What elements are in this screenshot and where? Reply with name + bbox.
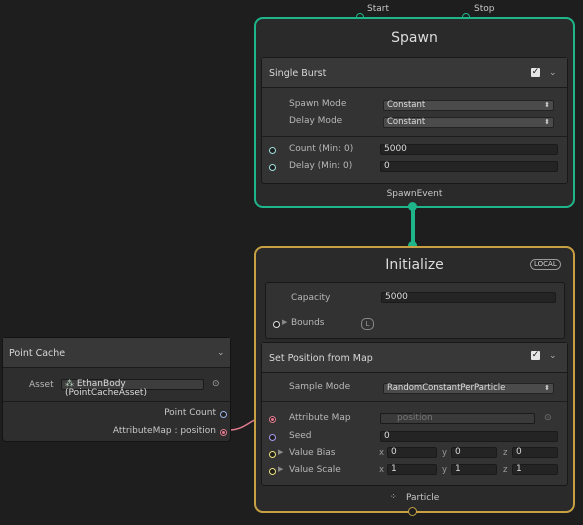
divider	[3, 401, 230, 402]
spawn-context[interactable]: Spawn Single Burst ✓ ⌄ Spawn Mode Consta…	[254, 17, 575, 208]
attribute-map-port-dot	[271, 418, 274, 421]
spawn-mode-label: Spawn Mode	[289, 99, 347, 109]
expand-arrow-icon[interactable]: ▶	[282, 318, 287, 326]
set-position-title: Set Position from Map	[269, 353, 373, 364]
dropdown-arrows-icon: ⬍	[544, 118, 550, 126]
spawn-mode-value: Constant	[387, 100, 426, 110]
value-bias-z-field[interactable]: 0	[512, 447, 558, 458]
sample-mode-dropdown[interactable]: RandomConstantPerParticle ⬍	[383, 383, 554, 394]
axis-x-label: x	[379, 465, 385, 475]
spawn-title: Spawn	[391, 30, 438, 46]
count-field[interactable]: 5000	[380, 144, 558, 155]
spawn-event-port[interactable]	[408, 202, 417, 211]
object-picker-icon[interactable]: ⊙	[544, 413, 552, 423]
initialize-settings: Capacity 5000 ▶ Bounds L	[265, 282, 565, 339]
value-bias-y-field[interactable]: 0	[451, 447, 497, 458]
value-scale-label: Value Scale	[289, 465, 341, 475]
seed-port[interactable]	[269, 434, 276, 441]
axis-z-label: z	[503, 448, 508, 458]
start-label: Start	[367, 4, 389, 14]
bounds-label: Bounds	[291, 318, 325, 328]
initialize-output-port[interactable]	[408, 507, 417, 516]
value-scale-y-field[interactable]: 1	[451, 464, 497, 475]
spawn-mode-dropdown[interactable]: Constant ⬍	[383, 100, 554, 111]
space-badge[interactable]: LOCAL	[530, 259, 561, 270]
count-port[interactable]	[269, 147, 276, 154]
axis-y-label: y	[442, 465, 448, 475]
single-burst-block[interactable]: Single Burst ✓ ⌄ Spawn Mode Constant ⬍ D…	[261, 57, 568, 184]
single-burst-enable-checkbox[interactable]: ✓	[531, 68, 540, 77]
set-position-enable-checkbox[interactable]: ✓	[531, 351, 540, 360]
attribute-map-field: position	[380, 413, 535, 424]
delay-mode-label: Delay Mode	[289, 116, 343, 126]
particle-icon: ⁘	[390, 492, 397, 501]
spawn-event-label: SpawnEvent	[386, 189, 443, 199]
capacity-field[interactable]: 5000	[381, 292, 556, 303]
initialize-title: Initialize	[385, 257, 444, 273]
particle-label: Particle	[406, 493, 440, 503]
point-count-label: Point Count	[164, 408, 216, 418]
expand-arrow-icon[interactable]: ▶	[278, 448, 283, 456]
delay-mode-dropdown[interactable]: Constant ⬍	[383, 117, 554, 128]
value-bias-port[interactable]	[269, 451, 276, 458]
seed-field[interactable]: 0	[380, 431, 558, 442]
count-label: Count (Min: 0)	[289, 144, 354, 154]
point-cache-node[interactable]: Point Cache ⌄ Asset ⁂ EthanBody (PointCa…	[2, 337, 231, 442]
bounds-port[interactable]	[273, 321, 280, 328]
delay-mode-value: Constant	[387, 117, 426, 127]
single-burst-title: Single Burst	[269, 68, 327, 79]
attribute-map-label: Attribute Map	[289, 413, 351, 423]
dropdown-arrows-icon: ⬍	[544, 384, 550, 392]
divider	[262, 401, 567, 402]
delay-label: Delay (Min: 0)	[289, 161, 353, 171]
value-scale-z-field[interactable]: 1	[512, 464, 558, 475]
attribute-map-output-label: AttributeMap : position	[112, 426, 216, 436]
set-position-from-map-block[interactable]: Set Position from Map ✓ ⌄ Sample Mode Ra…	[261, 342, 568, 486]
delay-field[interactable]: 0	[380, 161, 558, 172]
point-cache-title: Point Cache	[9, 348, 66, 359]
chevron-down-icon[interactable]: ⌄	[549, 351, 557, 361]
chevron-down-icon[interactable]: ⌄	[217, 348, 225, 358]
delay-port[interactable]	[269, 164, 276, 171]
value-bias-label: Value Bias	[289, 448, 336, 458]
asset-field[interactable]: ⁂ EthanBody (PointCacheAsset)	[61, 379, 204, 398]
sample-mode-label: Sample Mode	[289, 382, 351, 392]
seed-label: Seed	[289, 431, 312, 441]
object-picker-icon[interactable]: ⊙	[212, 379, 220, 389]
stop-label: Stop	[474, 4, 495, 14]
expand-arrow-icon[interactable]: ▶	[278, 465, 283, 473]
value-scale-x-field[interactable]: 1	[387, 464, 437, 475]
axis-y-label: y	[442, 448, 448, 458]
divider	[262, 136, 567, 137]
value-scale-port[interactable]	[269, 468, 276, 475]
asset-value: EthanBody (PointCacheAsset)	[65, 379, 147, 398]
sample-mode-value: RandomConstantPerParticle	[387, 383, 506, 393]
bounds-space-badge[interactable]: L	[361, 318, 374, 330]
dropdown-arrows-icon: ⬍	[544, 101, 550, 109]
attribute-map-output-dot	[222, 431, 225, 434]
initialize-context[interactable]: Initialize LOCAL Capacity 5000 ▶ Bounds …	[254, 246, 575, 513]
capacity-label: Capacity	[291, 293, 331, 303]
chevron-down-icon[interactable]: ⌄	[549, 68, 557, 78]
axis-z-label: z	[503, 465, 508, 475]
asset-label: Asset	[29, 380, 54, 390]
point-count-port[interactable]	[220, 411, 227, 418]
value-bias-x-field[interactable]: 0	[387, 447, 437, 458]
axis-x-label: x	[379, 448, 385, 458]
